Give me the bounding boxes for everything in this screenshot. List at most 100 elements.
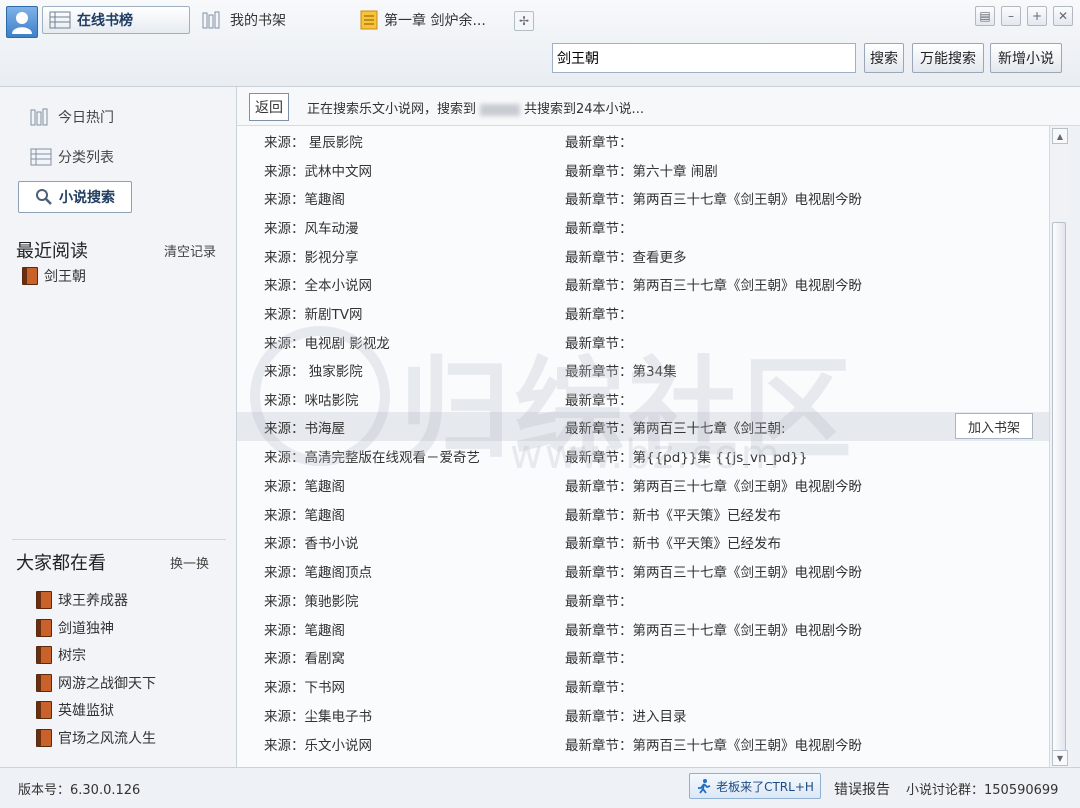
book-title: 球王养成器: [58, 593, 128, 609]
error-report-link[interactable]: 错误报告: [834, 779, 890, 799]
sidebar-item-today-hot[interactable]: 今日热门: [30, 107, 114, 127]
vertical-scrollbar[interactable]: ▲ ▼: [1049, 126, 1070, 767]
list-item[interactable]: 来源：笔趣阁 最新章节：第两百三十七章《剑王朝》电视剧今盼: [237, 183, 1049, 212]
source-name: 来源：全本小说网: [264, 278, 372, 294]
add-to-shelf-button[interactable]: 加入书架: [955, 413, 1033, 439]
tab-chapter[interactable]: 第一章 剑炉余...: [354, 6, 504, 34]
sidebar-item-category-list[interactable]: 分类列表: [30, 147, 114, 167]
list-item[interactable]: 来源：下书网 最新章节：: [237, 671, 1049, 700]
list-item[interactable]: 来源：风车动漫 最新章节：: [237, 212, 1049, 241]
sidebar-item-label: 今日热门: [58, 110, 114, 126]
list-item[interactable]: 来源：电视剧 影视龙 最新章节：: [237, 327, 1049, 356]
popular-book[interactable]: 网游之战御天下: [36, 673, 156, 693]
search-button[interactable]: 搜索: [864, 43, 904, 73]
user-icon: [12, 12, 32, 34]
scroll-thumb[interactable]: [1052, 222, 1066, 752]
source-name: 来源： 独家影院: [264, 364, 363, 380]
plus-icon: ✢: [518, 14, 530, 28]
list-icon: [30, 148, 52, 166]
skin-button[interactable]: ▤: [975, 6, 995, 26]
source-name: 来源：电视剧 影视龙: [264, 336, 390, 352]
list-item[interactable]: 来源：新剧TV网 最新章节：: [237, 298, 1049, 327]
latest-chapter: 最新章节：: [565, 135, 633, 151]
sidebar: 今日热门 分类列表 小说搜索 最近阅读 清空记录 剑王朝 大家都在看 换一换 球…: [0, 87, 237, 767]
list-item[interactable]: 来源：笔趣阁 最新章节：第两百三十七章《剑王朝》电视剧今盼: [237, 614, 1049, 643]
minimize-button[interactable]: –: [1001, 6, 1021, 26]
latest-chapter: 最新章节：第{{pd}}集 {{js_vn_pd}}: [565, 450, 808, 466]
popular-book[interactable]: 官场之风流人生: [36, 728, 156, 748]
list-item[interactable]: 来源：乐文小说网 最新章节：第两百三十七章《剑王朝》电视剧今盼: [237, 729, 1049, 758]
list-item[interactable]: 来源：香书小说 最新章节：新书《平天策》已经发布: [237, 527, 1049, 556]
back-button[interactable]: 返回: [249, 93, 289, 121]
source-name: 来源：下书网: [264, 680, 345, 696]
boss-key-button[interactable]: 老板来了CTRL+H: [689, 773, 821, 799]
source-name: 来源：香书小说: [264, 536, 359, 552]
book-title: 官场之风流人生: [58, 731, 156, 747]
recent-book[interactable]: 剑王朝: [22, 266, 86, 286]
list-item[interactable]: 来源： 独家影院 最新章节：第34集: [237, 355, 1049, 384]
source-name: 来源：笔趣阁: [264, 479, 345, 495]
latest-chapter: 最新章节：: [565, 307, 633, 323]
latest-chapter: 最新章节：第两百三十七章《剑王朝》电视剧今盼: [565, 738, 862, 754]
popular-book[interactable]: 英雄监狱: [36, 700, 114, 720]
status-prefix: 正在搜索乐文小说网，搜索到: [307, 102, 477, 117]
scroll-up-button[interactable]: ▲: [1052, 128, 1068, 144]
book-title: 树宗: [58, 648, 86, 664]
clear-record-link[interactable]: 清空记录: [164, 241, 216, 260]
latest-chapter: 最新章节：新书《平天策》已经发布: [565, 536, 781, 552]
version-label: 版本号：6.30.0.126: [18, 783, 141, 798]
user-avatar[interactable]: [6, 6, 38, 38]
latest-chapter: 最新章节：第两百三十七章《剑王朝》电视剧今盼: [565, 192, 862, 208]
source-name: 来源：笔趣阁: [264, 508, 345, 524]
close-button[interactable]: ✕: [1053, 6, 1073, 26]
close-icon: ✕: [1057, 9, 1069, 23]
book-icon: [22, 267, 38, 285]
popular-book[interactable]: 球王养成器: [36, 590, 128, 610]
source-name: 来源：看剧窝: [264, 651, 345, 667]
search-input[interactable]: [552, 43, 856, 73]
book-icon: [36, 729, 52, 747]
list-icon: [49, 11, 71, 29]
source-name: 来源：书海屋: [264, 421, 345, 437]
popular-book[interactable]: 剑道独神: [36, 618, 114, 638]
tab-label: 第一章 剑炉余...: [384, 13, 486, 29]
source-name: 来源：乐文小说网: [264, 738, 372, 754]
maximize-button[interactable]: +: [1027, 6, 1047, 26]
sidebar-item-novel-search[interactable]: 小说搜索: [18, 181, 132, 213]
list-item[interactable]: 来源：笔趣阁顶点 最新章节：第两百三十七章《剑王朝》电视剧今盼: [237, 556, 1049, 585]
list-item[interactable]: 来源：全本小说网 最新章节：第两百三十七章《剑王朝》电视剧今盼: [237, 269, 1049, 298]
status-suffix: 共搜索到24本小说...: [524, 102, 644, 117]
source-name: 来源：影视分享: [264, 250, 359, 266]
universal-search-button[interactable]: 万能搜索: [912, 43, 984, 73]
list-item[interactable]: 来源：武林中文网 最新章节：第六十章 闹剧: [237, 155, 1049, 184]
list-item[interactable]: 来源：看剧窝 最新章节：: [237, 642, 1049, 671]
book-title: 网游之战御天下: [58, 676, 156, 692]
tab-bookshelf[interactable]: 我的书架: [196, 6, 306, 34]
search-status: 正在搜索乐文小说网，搜索到 共搜索到24本小说...: [307, 98, 644, 117]
magnifier-icon: [36, 189, 52, 205]
scroll-down-button[interactable]: ▼: [1052, 750, 1068, 766]
add-tab-button[interactable]: ✢: [514, 11, 534, 31]
list-item[interactable]: 来源：尘集电子书 最新章节：进入目录: [237, 700, 1049, 729]
latest-chapter: 最新章节：第两百三十七章《剑王朝:: [565, 421, 786, 437]
document-icon: [360, 10, 378, 30]
source-name: 来源：笔趣阁顶点: [264, 565, 372, 581]
arrow-up-icon: ▲: [1056, 131, 1064, 141]
list-item-hovered[interactable]: 来源：书海屋 最新章节：第两百三十七章《剑王朝: 加入书架: [237, 412, 1049, 441]
tab-label: 在线书榜: [77, 13, 133, 29]
popular-book[interactable]: 树宗: [36, 645, 86, 665]
list-item[interactable]: 来源：笔趣阁 最新章节：新书《平天策》已经发布: [237, 499, 1049, 528]
list-item[interactable]: 来源：影视分享 最新章节：查看更多: [237, 241, 1049, 270]
refresh-link[interactable]: 换一换: [170, 553, 209, 572]
list-item[interactable]: 来源：策驰影院 最新章节：: [237, 585, 1049, 614]
tab-online-ranking[interactable]: 在线书榜: [42, 6, 190, 34]
list-item[interactable]: 来源：笔趣阁 最新章节：第两百三十七章《剑王朝》电视剧今盼: [237, 470, 1049, 499]
latest-chapter: 最新章节：: [565, 393, 633, 409]
list-item[interactable]: 来源：咪咕影院 最新章节：: [237, 384, 1049, 413]
list-item[interactable]: 来源： 星辰影院 最新章节：: [237, 126, 1049, 155]
status-footer: 版本号：6.30.0.126 老板来了CTRL+H 错误报告 小说讨论群：150…: [0, 767, 1080, 808]
add-novel-button[interactable]: 新增小说: [990, 43, 1062, 73]
list-item[interactable]: 来源：高清完整版在线观看－爱奇艺 最新章节：第{{pd}}集 {{js_vn_p…: [237, 441, 1049, 470]
book-icon: [36, 591, 52, 609]
latest-chapter: 最新章节：第34集: [565, 364, 677, 380]
